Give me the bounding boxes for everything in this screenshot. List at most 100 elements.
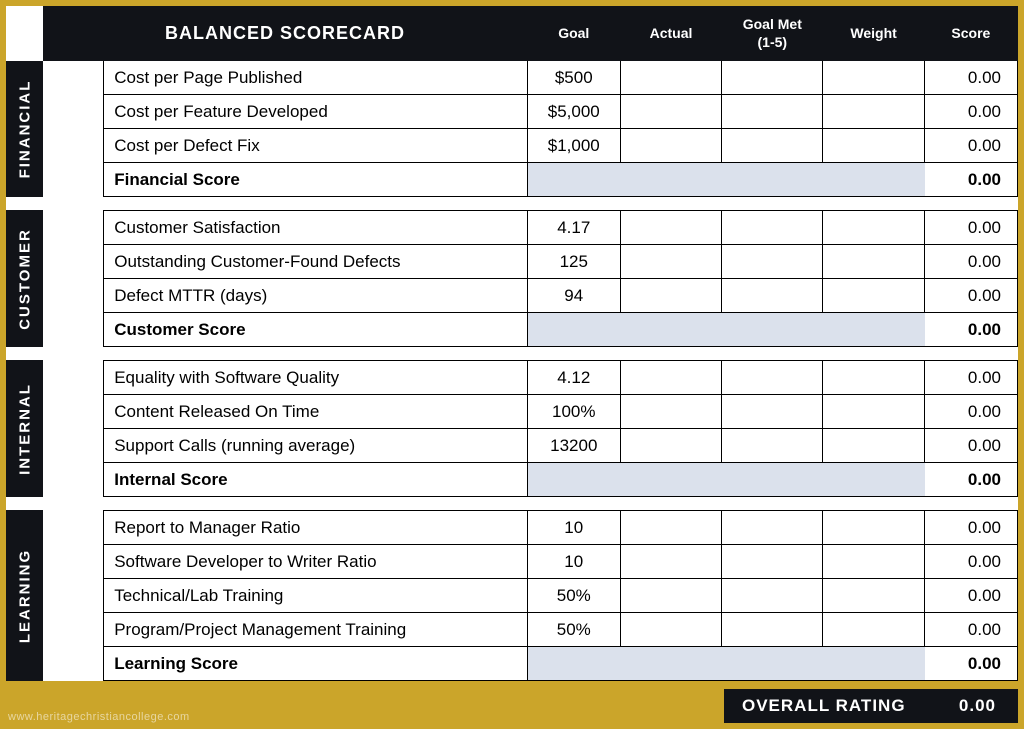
cell-weight[interactable] xyxy=(823,245,924,279)
scorecard-table: BALANCED SCORECARD Goal Actual Goal Met … xyxy=(6,6,1018,681)
section-label-text: INTERNAL xyxy=(16,383,33,475)
cell-met[interactable] xyxy=(722,511,823,545)
header-title: BALANCED SCORECARD xyxy=(43,7,527,61)
cell-actual[interactable] xyxy=(620,613,721,647)
cell-weight[interactable] xyxy=(823,511,924,545)
table-row: CUSTOMERCustomer Satisfaction4.170.00 xyxy=(7,211,1018,245)
cell-weight[interactable] xyxy=(823,579,924,613)
cell-met[interactable] xyxy=(722,545,823,579)
cell-goal: $500 xyxy=(527,61,620,95)
cell-metric: Report to Manager Ratio xyxy=(104,511,527,545)
cell-actual[interactable] xyxy=(620,95,721,129)
subtotal-blank xyxy=(823,313,924,347)
cell-weight[interactable] xyxy=(823,95,924,129)
cell-actual[interactable] xyxy=(620,61,721,95)
cell-met[interactable] xyxy=(722,395,823,429)
subtotal-blank xyxy=(620,313,721,347)
cell-actual[interactable] xyxy=(620,579,721,613)
cell-weight[interactable] xyxy=(823,545,924,579)
section-label: LEARNING xyxy=(7,511,43,681)
cell-score: 0.00 xyxy=(924,211,1017,245)
subtotal-blank xyxy=(823,647,924,681)
cell-actual[interactable] xyxy=(620,429,721,463)
cell-metric: Equality with Software Quality xyxy=(104,361,527,395)
cell-weight[interactable] xyxy=(823,361,924,395)
cell-score: 0.00 xyxy=(924,545,1017,579)
cell-score: 0.00 xyxy=(924,279,1017,313)
subtotal-row: Learning Score0.00 xyxy=(7,647,1018,681)
cell-goal: $5,000 xyxy=(527,95,620,129)
header-goal: Goal xyxy=(527,7,620,61)
cell-score: 0.00 xyxy=(924,395,1017,429)
section-separator xyxy=(7,347,1018,361)
cell-metric: Customer Satisfaction xyxy=(104,211,527,245)
cell-metric: Content Released On Time xyxy=(104,395,527,429)
cell-met[interactable] xyxy=(722,279,823,313)
subtotal-score: 0.00 xyxy=(924,647,1017,681)
cell-met[interactable] xyxy=(722,579,823,613)
cell-met[interactable] xyxy=(722,211,823,245)
subtotal-blank xyxy=(527,647,620,681)
cell-goal: 4.17 xyxy=(527,211,620,245)
cell-met[interactable] xyxy=(722,95,823,129)
cell-actual[interactable] xyxy=(620,211,721,245)
subtotal-score: 0.00 xyxy=(924,463,1017,497)
cell-goal: 10 xyxy=(527,511,620,545)
cell-actual[interactable] xyxy=(620,511,721,545)
cell-weight[interactable] xyxy=(823,429,924,463)
cell-weight[interactable] xyxy=(823,61,924,95)
table-row: FINANCIALCost per Page Published$5000.00 xyxy=(7,61,1018,95)
cell-actual[interactable] xyxy=(620,361,721,395)
cell-score: 0.00 xyxy=(924,429,1017,463)
cell-weight[interactable] xyxy=(823,129,924,163)
cell-metric: Cost per Page Published xyxy=(104,61,527,95)
cell-weight[interactable] xyxy=(823,613,924,647)
header-blank xyxy=(7,7,43,61)
subtotal-blank xyxy=(722,163,823,197)
watermark: www.heritagechristiancollege.com xyxy=(8,711,190,723)
table-row: Software Developer to Writer Ratio100.00 xyxy=(7,545,1018,579)
cell-goal: 50% xyxy=(527,613,620,647)
header-actual: Actual xyxy=(620,7,721,61)
cell-score: 0.00 xyxy=(924,579,1017,613)
section-label-text: FINANCIAL xyxy=(16,79,33,178)
cell-actual[interactable] xyxy=(620,245,721,279)
subtotal-blank xyxy=(823,463,924,497)
subtotal-blank xyxy=(527,313,620,347)
cell-met[interactable] xyxy=(722,61,823,95)
cell-goal: 125 xyxy=(527,245,620,279)
cell-score: 0.00 xyxy=(924,129,1017,163)
subtotal-label: Financial Score xyxy=(104,163,527,197)
section-label: INTERNAL xyxy=(7,361,43,497)
cell-met[interactable] xyxy=(722,245,823,279)
cell-score: 0.00 xyxy=(924,511,1017,545)
cell-goal: 50% xyxy=(527,579,620,613)
table-row: Defect MTTR (days)940.00 xyxy=(7,279,1018,313)
cell-actual[interactable] xyxy=(620,279,721,313)
cell-met[interactable] xyxy=(722,129,823,163)
cell-actual[interactable] xyxy=(620,395,721,429)
subtotal-label: Internal Score xyxy=(104,463,527,497)
section-spacer xyxy=(43,511,104,681)
cell-metric: Program/Project Management Training xyxy=(104,613,527,647)
cell-weight[interactable] xyxy=(823,279,924,313)
cell-metric: Cost per Defect Fix xyxy=(104,129,527,163)
table-row: Cost per Defect Fix$1,0000.00 xyxy=(7,129,1018,163)
subtotal-blank xyxy=(823,163,924,197)
subtotal-score: 0.00 xyxy=(924,163,1017,197)
cell-score: 0.00 xyxy=(924,361,1017,395)
cell-actual[interactable] xyxy=(620,129,721,163)
cell-weight[interactable] xyxy=(823,211,924,245)
cell-goal: 10 xyxy=(527,545,620,579)
cell-actual[interactable] xyxy=(620,545,721,579)
cell-met[interactable] xyxy=(722,429,823,463)
section-spacer xyxy=(43,361,104,497)
cell-weight[interactable] xyxy=(823,395,924,429)
cell-met[interactable] xyxy=(722,613,823,647)
subtotal-row: Internal Score 0.00 xyxy=(7,463,1018,497)
subtotal-blank xyxy=(620,163,721,197)
cell-met[interactable] xyxy=(722,361,823,395)
table-row: Technical/Lab Training50%0.00 xyxy=(7,579,1018,613)
cell-score: 0.00 xyxy=(924,95,1017,129)
subtotal-score: 0.00 xyxy=(924,313,1017,347)
